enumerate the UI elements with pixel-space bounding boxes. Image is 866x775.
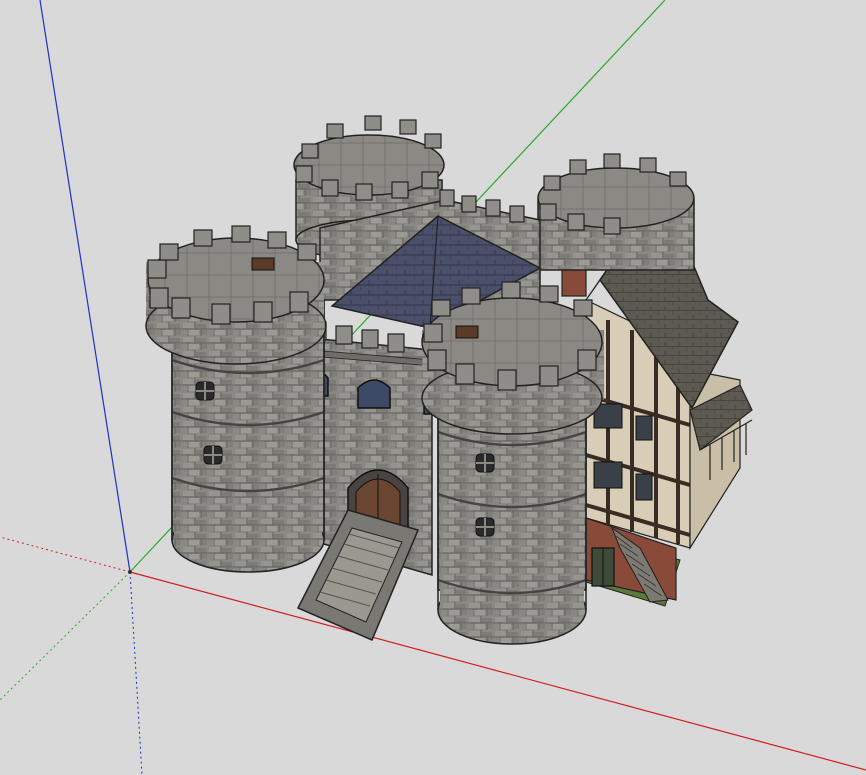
tower-front-right-hatch [455,325,479,339]
blue-axis-negative [129,571,143,775]
tower-back-right[interactable] [537,153,695,271]
tower-front-left[interactable] [145,225,327,573]
tower-front-left-hatch [251,257,275,271]
sketchup-viewport[interactable] [0,0,866,775]
red-axis-negative [0,536,131,573]
model-canvas[interactable] [0,0,866,775]
house-ground-door[interactable] [591,547,615,587]
tower-front-right[interactable] [421,281,604,645]
green-axis-negative [0,571,131,701]
axis-origin-icon [128,570,132,574]
blue-axis [39,0,131,573]
